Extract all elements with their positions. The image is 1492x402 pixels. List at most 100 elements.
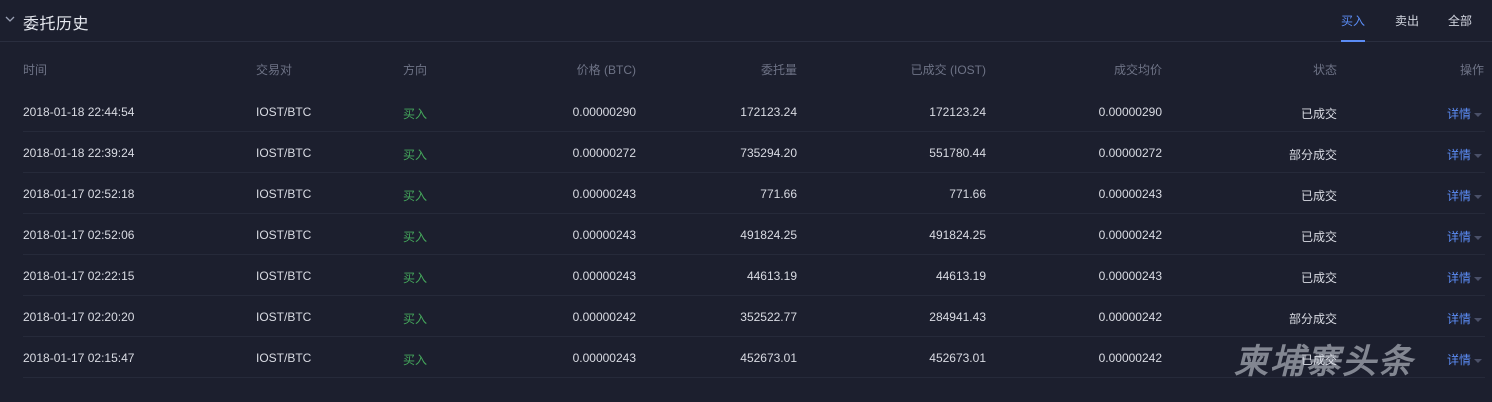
table-row: 2018-01-17 02:22:15 IOST/BTC 买入 0.000002… xyxy=(23,255,1485,296)
cell-avg-price: 0.00000242 xyxy=(1098,351,1162,365)
caret-down-icon xyxy=(1474,112,1482,117)
cell-pair: IOST/BTC xyxy=(256,351,312,365)
panel-title: 委托历史 xyxy=(23,16,90,33)
tab-sell[interactable]: 卖出 xyxy=(1395,12,1419,29)
cell-filled: 452673.01 xyxy=(929,351,986,365)
col-avg-price: 成交均价 xyxy=(1113,63,1162,77)
cell-time: 2018-01-17 02:20:20 xyxy=(23,310,135,324)
col-side: 方向 xyxy=(403,63,428,77)
cell-price: 0.00000243 xyxy=(572,269,636,283)
col-pair: 交易对 xyxy=(256,63,293,77)
panel-header: 委托历史 买入 卖出 全部 xyxy=(0,0,1492,42)
cell-filled: 771.66 xyxy=(949,187,986,201)
cell-filled: 551780.44 xyxy=(929,146,986,160)
detail-label: 详情 xyxy=(1446,312,1471,326)
caret-down-icon xyxy=(1474,358,1482,363)
cell-avg-price: 0.00000242 xyxy=(1098,228,1162,242)
detail-label: 详情 xyxy=(1446,353,1471,367)
cell-time: 2018-01-17 02:22:15 xyxy=(23,269,135,283)
cell-time: 2018-01-17 02:52:06 xyxy=(23,228,135,242)
cell-side: 买入 xyxy=(403,271,428,285)
tab-buy[interactable]: 买入 xyxy=(1341,12,1365,29)
cell-amount: 172123.24 xyxy=(740,105,797,119)
cell-amount: 44613.19 xyxy=(746,269,797,283)
cell-avg-price: 0.00000242 xyxy=(1098,310,1162,324)
cell-avg-price: 0.00000290 xyxy=(1098,105,1162,119)
detail-label: 详情 xyxy=(1446,230,1471,244)
order-history-panel: 委托历史 买入 卖出 全部 时间 交易对 方向 价格 (BTC) 委托量 已成交… xyxy=(0,0,1492,402)
cell-avg-price: 0.00000272 xyxy=(1098,146,1162,160)
cell-price: 0.00000243 xyxy=(572,187,636,201)
col-filled: 已成交 (IOST) xyxy=(910,63,986,77)
cell-avg-price: 0.00000243 xyxy=(1098,187,1162,201)
cell-pair: IOST/BTC xyxy=(256,105,312,119)
cell-amount: 735294.20 xyxy=(740,146,797,160)
table-row: 2018-01-17 02:52:06 IOST/BTC 买入 0.000002… xyxy=(23,214,1485,255)
col-status: 状态 xyxy=(1312,63,1337,77)
cell-amount: 771.66 xyxy=(760,187,797,201)
active-tab-underline xyxy=(1341,40,1365,42)
caret-down-icon xyxy=(1474,317,1482,322)
cell-filled: 284941.43 xyxy=(929,310,986,324)
tab-all[interactable]: 全部 xyxy=(1448,12,1472,29)
cell-status: 已成交 xyxy=(1300,271,1337,285)
cell-status: 已成交 xyxy=(1300,230,1337,244)
chevron-down-icon[interactable] xyxy=(4,13,16,25)
cell-time: 2018-01-17 02:52:18 xyxy=(23,187,135,201)
cell-filled: 44613.19 xyxy=(935,269,986,283)
cell-status: 已成交 xyxy=(1300,107,1337,121)
detail-dropdown[interactable]: 详情 xyxy=(1447,269,1482,286)
cell-price: 0.00000243 xyxy=(572,228,636,242)
col-amount: 委托量 xyxy=(760,63,797,77)
cell-amount: 352522.77 xyxy=(740,310,797,324)
col-action: 操作 xyxy=(1459,63,1484,77)
cell-status: 部分成交 xyxy=(1288,148,1337,162)
cell-side: 买入 xyxy=(403,148,428,162)
cell-time: 2018-01-17 02:15:47 xyxy=(23,351,135,365)
detail-label: 详情 xyxy=(1446,271,1471,285)
detail-dropdown[interactable]: 详情 xyxy=(1447,187,1482,204)
detail-label: 详情 xyxy=(1446,189,1471,203)
caret-down-icon xyxy=(1474,194,1482,199)
col-price: 价格 (BTC) xyxy=(576,63,636,77)
cell-pair: IOST/BTC xyxy=(256,187,312,201)
detail-label: 详情 xyxy=(1446,107,1471,121)
table-row: 2018-01-17 02:52:18 IOST/BTC 买入 0.000002… xyxy=(23,173,1485,214)
cell-time: 2018-01-18 22:44:54 xyxy=(23,105,135,119)
cell-price: 0.00000242 xyxy=(572,310,636,324)
cell-side: 买入 xyxy=(403,312,428,326)
table-row: 2018-01-18 22:39:24 IOST/BTC 买入 0.000002… xyxy=(23,132,1485,173)
caret-down-icon xyxy=(1474,276,1482,281)
cell-price: 0.00000290 xyxy=(572,105,636,119)
detail-label: 详情 xyxy=(1446,148,1471,162)
cell-price: 0.00000243 xyxy=(572,351,636,365)
detail-dropdown[interactable]: 详情 xyxy=(1447,310,1482,327)
cell-pair: IOST/BTC xyxy=(256,228,312,242)
detail-dropdown[interactable]: 详情 xyxy=(1447,146,1482,163)
cell-pair: IOST/BTC xyxy=(256,269,312,283)
table-row: 2018-01-18 22:44:54 IOST/BTC 买入 0.000002… xyxy=(23,91,1485,132)
cell-pair: IOST/BTC xyxy=(256,146,312,160)
cell-side: 买入 xyxy=(403,353,428,367)
detail-dropdown[interactable]: 详情 xyxy=(1447,228,1482,245)
cell-pair: IOST/BTC xyxy=(256,310,312,324)
detail-dropdown[interactable]: 详情 xyxy=(1447,351,1482,368)
col-time: 时间 xyxy=(23,63,48,77)
cell-side: 买入 xyxy=(403,189,428,203)
cell-filled: 491824.25 xyxy=(929,228,986,242)
cell-filled: 172123.24 xyxy=(929,105,986,119)
cell-status: 部分成交 xyxy=(1288,312,1337,326)
cell-price: 0.00000272 xyxy=(572,146,636,160)
table-row: 2018-01-17 02:20:20 IOST/BTC 买入 0.000002… xyxy=(23,296,1485,337)
cell-amount: 452673.01 xyxy=(740,351,797,365)
cell-side: 买入 xyxy=(403,230,428,244)
cell-status: 已成交 xyxy=(1300,189,1337,203)
caret-down-icon xyxy=(1474,153,1482,158)
watermark-logo: 柬埔寨头条 xyxy=(1234,343,1414,381)
detail-dropdown[interactable]: 详情 xyxy=(1447,105,1482,122)
cell-amount: 491824.25 xyxy=(740,228,797,242)
cell-avg-price: 0.00000243 xyxy=(1098,269,1162,283)
cell-side: 买入 xyxy=(403,107,428,121)
caret-down-icon xyxy=(1474,235,1482,240)
cell-time: 2018-01-18 22:39:24 xyxy=(23,146,135,160)
